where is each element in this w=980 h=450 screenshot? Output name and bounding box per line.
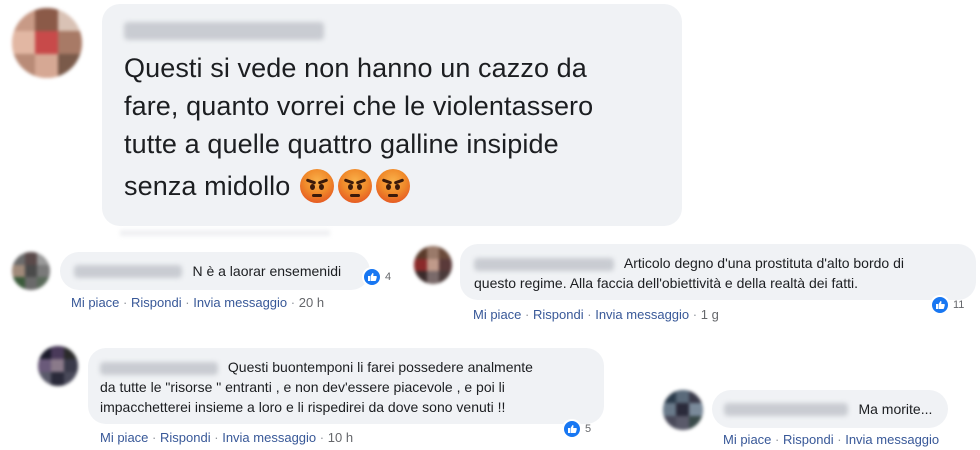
author-name-blurred[interactable] [74, 265, 182, 279]
comment-text: da tutte le "risorse " entranti , e non … [100, 379, 505, 395]
send-message-link[interactable]: Invia messaggio [845, 432, 939, 447]
like-link[interactable]: Mi piace [71, 295, 119, 310]
like-count-value: 4 [385, 271, 392, 283]
comment-actions: Mi piace · Rispondi · Invia messaggio · … [71, 295, 325, 310]
comment-bubble: Articolo degno d'una prostituta d'alto b… [460, 244, 976, 300]
avatar[interactable] [38, 346, 78, 386]
comment-bubble: N è a laorar ensemenidi [60, 252, 370, 290]
like-count-value: 11 [953, 299, 965, 311]
angry-face-icon [338, 169, 373, 203]
reply-link[interactable]: Rispondi [160, 430, 211, 445]
comment-actions: Mi piace · Rispondi · Invia messaggio · … [100, 430, 354, 445]
like-count[interactable]: 4 [362, 266, 391, 288]
thumbs-up-icon [362, 267, 382, 287]
reply-link[interactable]: Rispondi [533, 307, 584, 322]
comment-text: N è a laorar ensemenidi [192, 263, 342, 279]
author-name-blurred[interactable] [474, 257, 614, 271]
like-link[interactable]: Mi piace [473, 307, 521, 322]
comment-text: Articolo degno d'una prostituta d'alto b… [623, 255, 904, 271]
like-count[interactable]: 5 [562, 418, 591, 440]
avatar[interactable] [12, 8, 82, 78]
comment-actions: Mi piace · Rispondi · Invia messaggio [723, 432, 940, 447]
author-name-blurred[interactable] [724, 403, 848, 417]
main-comment-line: fare, quanto vorrei che le violentassero [124, 91, 594, 121]
comment-text: questo regime. Alla faccia dell'obiettiv… [474, 275, 859, 291]
avatar[interactable] [663, 390, 703, 430]
thumbs-up-icon [562, 419, 582, 439]
main-comment-text: Questi si vede non hanno un cazzo da far… [124, 50, 662, 204]
main-comment-line: tutte a quelle quattro galline insipide [124, 129, 559, 159]
thumbs-up-icon [930, 295, 950, 315]
like-count-value: 5 [585, 423, 592, 435]
timestamp[interactable]: 1 g [701, 307, 719, 322]
angry-face-icon [376, 169, 411, 203]
like-link[interactable]: Mi piace [723, 432, 771, 447]
comment-text: Questi buontemponi li farei possedere an… [227, 359, 533, 375]
main-comment-line: senza midollo [124, 171, 291, 201]
author-name-blurred[interactable] [100, 361, 218, 375]
comment-actions: Mi piace · Rispondi · Invia messaggio · … [473, 307, 719, 322]
main-comment-line: Questi si vede non hanno un cazzo da [124, 53, 587, 83]
reply-link[interactable]: Rispondi [783, 432, 834, 447]
like-count[interactable]: 11 [930, 294, 964, 316]
send-message-link[interactable]: Invia messaggio [222, 430, 316, 445]
timestamp[interactable]: 10 h [328, 430, 353, 445]
comment-bubble: Questi buontemponi li farei possedere an… [88, 348, 604, 424]
send-message-link[interactable]: Invia messaggio [595, 307, 689, 322]
comment-bubble: Ma morite... [712, 390, 948, 428]
angry-face-icon [300, 169, 335, 203]
author-name-blurred[interactable] [124, 22, 324, 40]
avatar[interactable] [414, 246, 452, 284]
avatar[interactable] [12, 252, 50, 290]
main-comment-bubble: Questi si vede non hanno un cazzo da far… [102, 4, 682, 226]
send-message-link[interactable]: Invia messaggio [193, 295, 287, 310]
comment-text: Ma morite... [858, 401, 933, 417]
comment-text: impacchetterei insieme a loro e li rispe… [100, 399, 506, 415]
cropped-remnant [120, 230, 330, 236]
reply-link[interactable]: Rispondi [131, 295, 182, 310]
like-link[interactable]: Mi piace [100, 430, 148, 445]
timestamp[interactable]: 20 h [299, 295, 324, 310]
